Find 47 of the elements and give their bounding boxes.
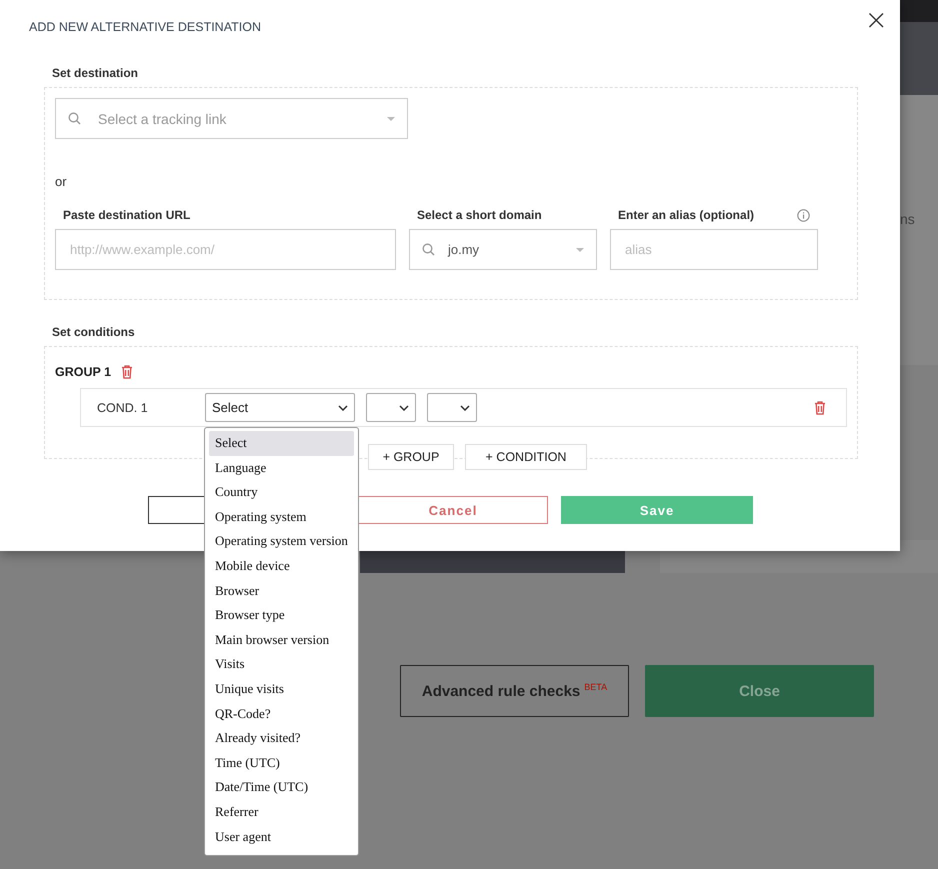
add-group-button[interactable]: + GROUP	[368, 444, 454, 470]
condition-label: COND. 1	[97, 400, 149, 414]
alias-input[interactable]: alias	[610, 229, 818, 270]
dropdown-option[interactable]: Browser	[209, 578, 354, 604]
dropdown-option[interactable]: Date/Time (UTC)	[209, 775, 354, 800]
dropdown-option[interactable]: Mobile device	[209, 554, 354, 579]
dropdown-option[interactable]: Time (UTC)	[209, 750, 354, 776]
caret-icon	[576, 248, 584, 252]
dropdown-option[interactable]: Operating system version	[209, 529, 354, 554]
advanced-rule-checks-button[interactable]: Advanced rule checks $^{BETA}$	[400, 665, 629, 717]
dropdown-option[interactable]: Operating system	[209, 504, 354, 530]
info-icon[interactable]	[797, 208, 810, 222]
field-label: Enter an alias (optional)	[618, 208, 754, 222]
dropdown-option[interactable]: User agent	[209, 824, 354, 850]
field-label: Select a short domain	[417, 208, 543, 222]
dropdown-option[interactable]: Referrer	[209, 800, 354, 824]
url-input[interactable]: http://www.example.com/	[55, 229, 396, 270]
chevron-icon	[399, 404, 409, 410]
background-text: ns	[900, 211, 915, 227]
add-condition-button[interactable]: + CONDITION	[465, 444, 587, 470]
section-heading: Set destination	[52, 66, 140, 80]
condition-select[interactable]: Select	[205, 393, 355, 422]
operator-select[interactable]	[366, 393, 416, 422]
group-title: GROUP 1	[55, 365, 112, 379]
dropdown-option[interactable]: Select	[209, 431, 354, 456]
search-icon	[422, 243, 435, 256]
top-bar	[900, 0, 938, 22]
trash-icon[interactable]	[814, 400, 826, 414]
trash-icon[interactable]	[121, 365, 134, 379]
domain-select[interactable]: jo.my	[409, 229, 597, 270]
dropdown-option[interactable]: Country	[209, 480, 354, 505]
dialog-title: ADD NEW ALTERNATIVE DESTINATION	[29, 20, 262, 34]
or-text: or	[55, 174, 68, 189]
dropdown-option[interactable]: Language	[209, 456, 354, 480]
field-label: Paste destination URL	[63, 208, 192, 222]
dropdown-option[interactable]: QR-Code?	[209, 702, 354, 726]
dropdown-option[interactable]: Visits	[209, 652, 354, 677]
section-heading: Set conditions	[52, 325, 136, 339]
chevron-icon	[338, 404, 348, 410]
value-select[interactable]	[427, 393, 477, 422]
search-icon	[68, 112, 81, 125]
dropdown-option[interactable]: Unique visits	[209, 676, 354, 702]
dropdown-option[interactable]: Main browser version	[209, 628, 354, 652]
caret-icon	[387, 116, 395, 120]
dropdown-option[interactable]: Browser type	[209, 603, 354, 628]
dropdown-option[interactable]: Already visited?	[209, 726, 354, 751]
chevron-icon	[460, 404, 470, 410]
